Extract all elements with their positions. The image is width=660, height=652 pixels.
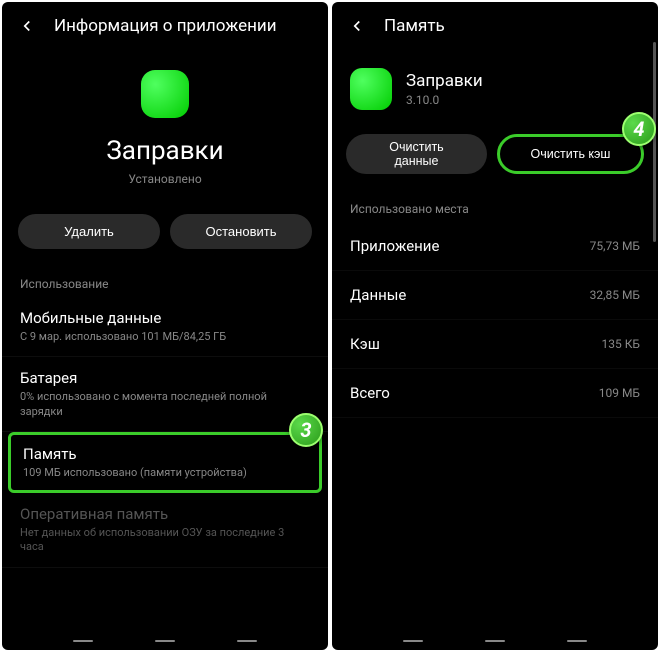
nav-home-icon[interactable] — [155, 640, 175, 642]
nav-bar — [332, 640, 658, 642]
back-icon[interactable] — [18, 16, 38, 36]
row-value: 32,85 МБ — [590, 288, 640, 302]
item-sub: Нет данных об использовании ОЗУ за после… — [20, 526, 310, 555]
button-label: Очистить кэш — [531, 147, 611, 161]
uninstall-button[interactable]: Удалить — [18, 214, 160, 249]
nav-back-icon[interactable] — [567, 640, 587, 642]
step-badge-3: 3 — [289, 413, 323, 447]
clear-data-button[interactable]: Очиститьданные — [346, 134, 487, 174]
row-label: Всего — [350, 384, 390, 402]
storage-section-label: Использовано места — [332, 188, 658, 222]
button-label: Очиститьданные — [389, 140, 443, 169]
back-icon[interactable] — [348, 16, 368, 36]
app-version: 3.10.0 — [406, 93, 483, 107]
storage-data-row: Данные 32,85 МБ — [332, 271, 658, 320]
item-title: Оперативная память — [20, 505, 310, 523]
row-value: 135 КБ — [602, 337, 640, 351]
item-sub: 109 МБ использовано (памяти устройства) — [23, 466, 307, 480]
header: Информация о приложении — [2, 2, 328, 50]
app-icon — [350, 68, 392, 110]
stop-button[interactable]: Остановить — [170, 214, 312, 249]
row-value: 75,73 МБ — [590, 239, 640, 253]
step-badge-4: 4 — [622, 112, 656, 146]
app-row: Заправки 3.10.0 — [332, 50, 658, 120]
screen-memory: Память Заправки 3.10.0 4 Очиститьданные … — [332, 2, 658, 650]
item-title: Батарея — [20, 369, 310, 387]
app-header: Заправки Установлено — [2, 50, 328, 200]
nav-home-icon[interactable] — [485, 640, 505, 642]
memory-item[interactable]: 3 Память 109 МБ использовано (памяти уст… — [8, 432, 322, 493]
app-icon — [141, 70, 189, 118]
storage-cache-row: Кэш 135 КБ — [332, 320, 658, 369]
row-label: Кэш — [350, 335, 380, 353]
clear-buttons: 4 Очиститьданные Очистить кэш — [332, 120, 658, 188]
nav-back-icon[interactable] — [237, 640, 257, 642]
clear-cache-button[interactable]: Очистить кэш — [497, 134, 644, 174]
item-sub: 0% использовано с момента последней полн… — [20, 390, 310, 419]
app-name: Заправки — [106, 136, 223, 166]
storage-app-row: Приложение 75,73 МБ — [332, 222, 658, 271]
nav-recent-icon[interactable] — [73, 640, 93, 642]
nav-recent-icon[interactable] — [403, 640, 423, 642]
item-title: Мобильные данные — [20, 309, 310, 327]
page-title: Память — [384, 16, 445, 36]
nav-bar — [2, 640, 328, 642]
app-status: Установлено — [128, 172, 201, 186]
app-name: Заправки — [406, 71, 483, 91]
page-title: Информация о приложении — [54, 16, 277, 36]
usage-section-label: Использование — [2, 263, 328, 297]
row-label: Данные — [350, 286, 406, 304]
screen-app-info: Информация о приложении Заправки Установ… — [2, 2, 328, 650]
storage-total-row: Всего 109 МБ — [332, 369, 658, 418]
row-value: 109 МБ — [599, 386, 640, 400]
battery-item[interactable]: Батарея 0% использовано с момента послед… — [2, 357, 328, 432]
row-label: Приложение — [350, 237, 439, 255]
item-title: Память — [23, 445, 307, 463]
mobile-data-item[interactable]: Мобильные данные С 9 мар. использовано 1… — [2, 297, 328, 357]
item-sub: С 9 мар. использовано 101 МБ/84,25 ГБ — [20, 330, 310, 344]
header: Память — [332, 2, 658, 50]
action-buttons: Удалить Остановить — [2, 200, 328, 263]
ram-item[interactable]: Оперативная память Нет данных об использ… — [2, 493, 328, 568]
